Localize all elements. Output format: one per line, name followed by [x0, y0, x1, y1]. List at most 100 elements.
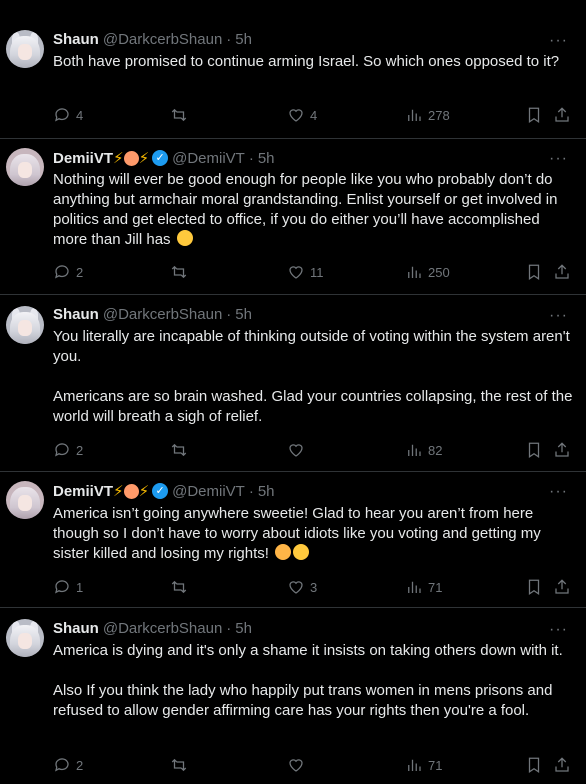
like-button[interactable]: 4: [287, 105, 317, 125]
user-handle[interactable]: @DemiiVT: [172, 150, 245, 167]
more-options-icon[interactable]: ···: [549, 307, 568, 325]
like-count: 3: [310, 579, 318, 595]
peach-emoji: [123, 483, 139, 499]
tweet[interactable]: Shaun @DarkcerbShaun · 5h ··· America is…: [0, 607, 586, 784]
analytics-icon: [408, 444, 421, 456]
display-name[interactable]: Shaun: [53, 306, 99, 323]
display-name[interactable]: Shaun: [53, 620, 99, 637]
smiling-hearts-emoji: [275, 544, 292, 560]
analytics-icon: [408, 109, 421, 121]
tweet-paragraph: Also If you think the lady who happily p…: [53, 682, 553, 719]
share-button[interactable]: [553, 105, 571, 125]
retweet-button[interactable]: [170, 262, 193, 282]
retweet-button[interactable]: [170, 577, 193, 597]
tweet-header: Shaun @DarkcerbShaun · 5h: [53, 620, 252, 637]
user-handle[interactable]: @DarkcerbShaun: [103, 306, 222, 323]
reply-icon: [55, 443, 69, 457]
more-options-icon[interactable]: ···: [549, 32, 568, 50]
user-handle[interactable]: @DarkcerbShaun: [103, 620, 222, 637]
more-options-icon[interactable]: ···: [549, 621, 568, 639]
avatar-face: [18, 495, 32, 511]
tweet[interactable]: Shaun @DarkcerbShaun · 5h ··· You litera…: [0, 294, 586, 472]
avatar-face: [18, 320, 32, 336]
reply-icon: [55, 758, 69, 772]
separator-dot: ·: [226, 31, 232, 48]
reply-count: 1: [76, 579, 84, 595]
display-name[interactable]: DemiiVT: [53, 483, 113, 500]
reply-button[interactable]: 1: [53, 577, 83, 597]
tweet-text: Nothing will ever be good enough for peo…: [53, 170, 573, 250]
like-count: 4: [310, 107, 318, 123]
like-button[interactable]: [287, 440, 310, 460]
tweet-paragraph: Nothing will ever be good enough for peo…: [53, 171, 558, 248]
bookmark-button[interactable]: [525, 262, 543, 282]
heart-icon: [289, 266, 303, 279]
bookmark-icon: [528, 757, 540, 773]
share-button[interactable]: [553, 262, 571, 282]
like-button[interactable]: 3: [287, 577, 317, 597]
bookmark-button[interactable]: [525, 440, 543, 460]
timestamp[interactable]: 5h: [235, 306, 252, 323]
reply-icon: [55, 580, 69, 594]
tweet[interactable]: DemiiVT ⚡ ⚡ ✓ @DemiiVT · 5h ··· America …: [0, 471, 586, 608]
tweet-actions: 2 82: [53, 440, 573, 460]
tweet[interactable]: DemiiVT ⚡ ⚡ ✓ @DemiiVT · 5h ··· Nothing …: [0, 138, 586, 295]
verified-badge-icon[interactable]: ✓: [152, 150, 169, 166]
avatar[interactable]: [6, 30, 44, 68]
share-icon: [555, 264, 569, 279]
separator-dot: ·: [248, 149, 254, 167]
view-count: 278: [428, 107, 450, 123]
retweet-button[interactable]: [170, 440, 193, 460]
reply-button[interactable]: 2: [53, 755, 83, 775]
tweet-text: America is dying and it's only a shame i…: [53, 641, 573, 721]
like-button[interactable]: [287, 755, 310, 775]
tweet-actions: 4 4 278: [53, 105, 573, 125]
user-handle[interactable]: @DarkcerbShaun: [103, 31, 222, 48]
timestamp[interactable]: 5h: [258, 483, 275, 500]
views-button[interactable]: 82: [405, 440, 442, 460]
views-button[interactable]: 278: [405, 105, 450, 125]
avatar-face: [18, 162, 32, 178]
views-button[interactable]: 71: [405, 755, 442, 775]
bookmark-button[interactable]: [525, 755, 543, 775]
reply-count: 4: [76, 107, 84, 123]
separator-dot: ·: [226, 620, 232, 637]
tweet-header: Shaun @DarkcerbShaun · 5h: [53, 31, 252, 48]
retweet-button[interactable]: [170, 105, 193, 125]
avatar-face: [18, 44, 32, 60]
timestamp[interactable]: 5h: [235, 31, 252, 48]
bookmark-button[interactable]: [525, 105, 543, 125]
views-button[interactable]: 250: [405, 262, 450, 282]
bookmark-button[interactable]: [525, 577, 543, 597]
share-icon: [555, 579, 569, 594]
retweet-button[interactable]: [170, 755, 193, 775]
tweet-text: America isn’t going anywhere sweetie! Gl…: [53, 504, 573, 564]
timestamp[interactable]: 5h: [258, 150, 275, 167]
more-options-icon[interactable]: ···: [549, 150, 568, 168]
avatar[interactable]: [6, 481, 44, 519]
verified-badge-icon[interactable]: ✓: [152, 483, 169, 499]
avatar[interactable]: [6, 148, 44, 186]
display-name[interactable]: Shaun: [53, 31, 99, 48]
analytics-icon: [408, 266, 421, 278]
reply-button[interactable]: 4: [53, 105, 83, 125]
separator-dot: ·: [226, 306, 232, 323]
avatar[interactable]: [6, 306, 44, 344]
timestamp[interactable]: 5h: [235, 620, 252, 637]
user-handle[interactable]: @DemiiVT: [172, 483, 245, 500]
reply-button[interactable]: 2: [53, 262, 83, 282]
share-icon: [555, 107, 569, 122]
reply-count: 2: [76, 442, 84, 458]
reply-button[interactable]: 2: [53, 440, 83, 460]
view-count: 71: [428, 579, 443, 595]
share-button[interactable]: [553, 755, 571, 775]
views-button[interactable]: 71: [405, 577, 442, 597]
view-count: 82: [428, 442, 443, 458]
display-name[interactable]: DemiiVT: [53, 150, 113, 167]
share-button[interactable]: [553, 577, 571, 597]
like-button[interactable]: 11: [287, 262, 324, 282]
share-button[interactable]: [553, 440, 571, 460]
tweet[interactable]: Shaun @DarkcerbShaun · 5h ··· Both have …: [0, 0, 586, 139]
avatar[interactable]: [6, 619, 44, 657]
more-options-icon[interactable]: ···: [549, 483, 568, 501]
